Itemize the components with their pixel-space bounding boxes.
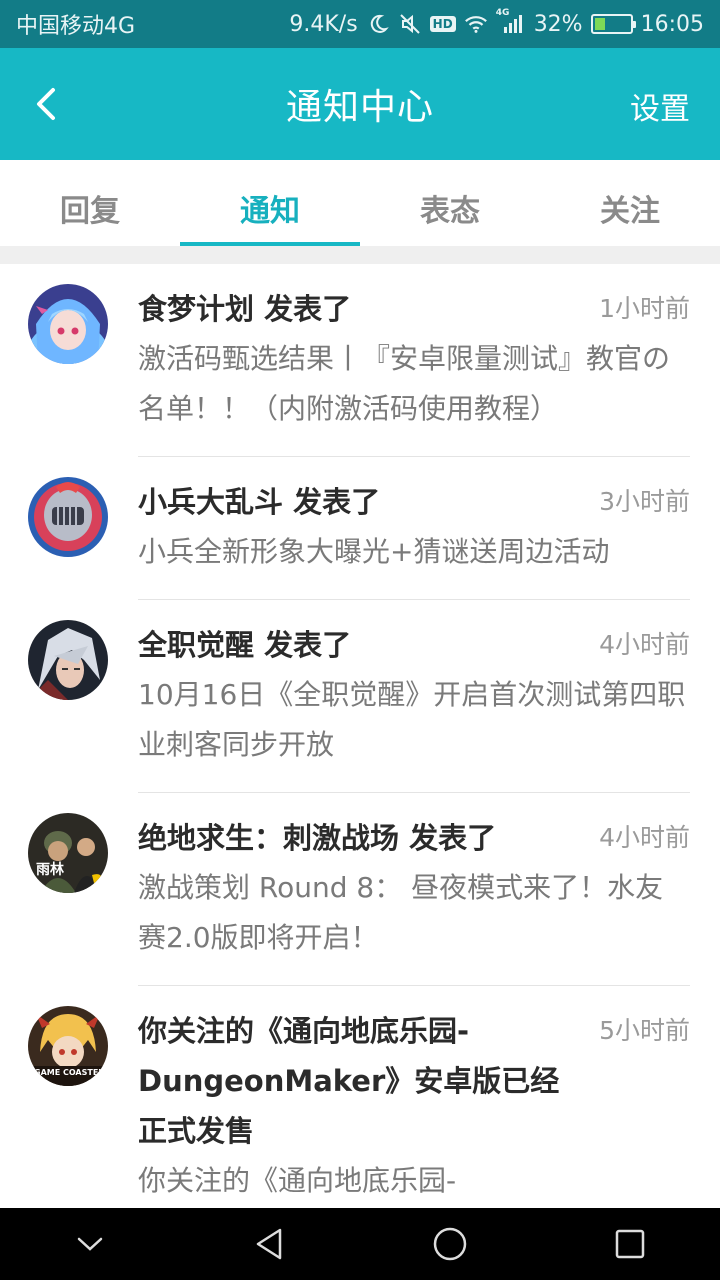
- game-coaster-avatar: GAME COASTER: [28, 1006, 108, 1086]
- notification-time: 4小时前: [599, 823, 690, 852]
- hd-icon: HD: [429, 16, 456, 32]
- carrier-label: 中国移动4G: [16, 14, 136, 39]
- chevron-down-icon: [77, 1237, 103, 1251]
- status-bar: 中国移动4G 9.4K/s HD 4G 32% 16:05: [0, 0, 720, 48]
- avatar-caption: GAME COASTER: [34, 1068, 105, 1077]
- notification-title: 食梦计划 发表了: [138, 292, 352, 326]
- anime-girl-avatar: [28, 284, 108, 364]
- notification-desc: 你关注的《通向地底乐园-: [138, 1164, 457, 1197]
- page-title: 通知中心: [285, 87, 434, 128]
- soldiers-avatar: 雨林: [28, 813, 108, 893]
- tab-bar: 回复 通知 表态 关注: [0, 160, 720, 246]
- nav-recents-button[interactable]: [600, 1214, 660, 1274]
- battery-fill: [594, 18, 606, 30]
- notification-time: 5小时前: [599, 1016, 690, 1045]
- status-icons: 9.4K/s HD 4G 32% 16:05: [289, 8, 704, 37]
- clock: 16:05: [640, 11, 704, 37]
- hide-nav-button[interactable]: [60, 1214, 120, 1274]
- wifi-icon: [464, 12, 488, 36]
- list-item[interactable]: 雨林 绝地求生：刺激战场 发表了 4小时前 激战策划 Round 8： 昼夜模式…: [0, 793, 720, 986]
- network-speed: 9.4K/s: [289, 11, 358, 37]
- cellular-signal-icon: 4G: [496, 8, 526, 36]
- list-item[interactable]: GAME COASTER 你关注的《通向地底乐园-DungeonMaker》安卓…: [0, 986, 720, 1208]
- circle-home-icon: [433, 1227, 467, 1261]
- list-item[interactable]: 食梦计划 发表了 1小时前 激活码甄选结果丨『安卓限量测试』教官の名单！！（内附…: [0, 264, 720, 457]
- notification-time: 3小时前: [599, 487, 690, 516]
- back-button[interactable]: [20, 78, 72, 130]
- white-hair-warrior-avatar: [28, 620, 108, 700]
- nav-home-button[interactable]: [420, 1214, 480, 1274]
- nav-back-button[interactable]: [240, 1214, 300, 1274]
- notification-desc: 激活码甄选结果丨『安卓限量测试』教官の名单！！（内附激活码使用教程）: [138, 342, 671, 425]
- signal-type-label: 4G: [495, 8, 510, 18]
- notification-list[interactable]: 食梦计划 发表了 1小时前 激活码甄选结果丨『安卓限量测试』教官の名单！！（内附…: [0, 264, 720, 1208]
- system-nav-bar: [0, 1208, 720, 1280]
- avatar-caption: 雨林: [36, 862, 64, 878]
- notification-time: 1小时前: [599, 294, 690, 323]
- notification-desc: 激战策划 Round 8： 昼夜模式来了！水友赛2.0版即将开启！: [138, 871, 664, 954]
- notification-title: 全职觉醒 发表了: [138, 628, 352, 662]
- notification-desc: 10月16日《全职觉醒》开启首次测试第四职业刺客同步开放: [138, 678, 686, 761]
- mute-icon: [398, 12, 422, 36]
- tab-notifications[interactable]: 通知: [180, 160, 360, 246]
- list-item[interactable]: 全职觉醒 发表了 4小时前 10月16日《全职觉醒》开启首次测试第四职业刺客同步…: [0, 600, 720, 793]
- notification-title: 小兵大乱斗 发表了: [138, 485, 381, 519]
- battery-icon: [590, 14, 636, 34]
- battery-percent: 32%: [533, 11, 583, 37]
- knight-helmet-avatar: [28, 477, 108, 557]
- notification-title: 你关注的《通向地底乐园-DungeonMaker》安卓版已经正式发售: [138, 1014, 560, 1148]
- moon-icon: [366, 12, 390, 36]
- title-bar: 通知中心 设置: [0, 48, 720, 160]
- square-recents-icon: [615, 1229, 645, 1259]
- back-arrow-icon: [37, 88, 55, 120]
- triangle-back-icon: [256, 1228, 282, 1260]
- settings-button[interactable]: 设置: [630, 84, 690, 128]
- tab-replies[interactable]: 回复: [0, 160, 180, 246]
- notification-time: 4小时前: [599, 630, 690, 659]
- tab-separator: [0, 246, 720, 264]
- notification-title: 绝地求生：刺激战场 发表了: [138, 821, 497, 855]
- tab-reactions[interactable]: 表态: [360, 160, 540, 246]
- notification-desc: 小兵全新形象大曝光+猜谜送周边活动: [138, 535, 610, 568]
- list-item[interactable]: 小兵大乱斗 发表了 3小时前 小兵全新形象大曝光+猜谜送周边活动: [0, 457, 720, 600]
- tab-following[interactable]: 关注: [540, 160, 720, 246]
